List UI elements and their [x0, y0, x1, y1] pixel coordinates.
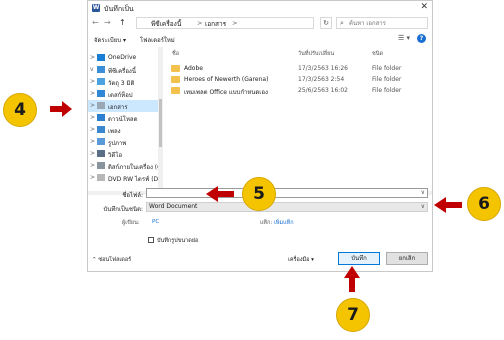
arrow-to-save-button	[344, 266, 360, 292]
callout-4: 4	[3, 93, 37, 127]
arrow-to-savetype	[434, 197, 462, 213]
annotation-arrows	[50, 101, 462, 292]
arrow-to-filename	[206, 186, 234, 202]
callout-5: 5	[242, 177, 276, 211]
callout-6: 6	[467, 187, 501, 221]
arrow-to-documents	[50, 101, 72, 117]
callout-7: 7	[336, 298, 370, 332]
